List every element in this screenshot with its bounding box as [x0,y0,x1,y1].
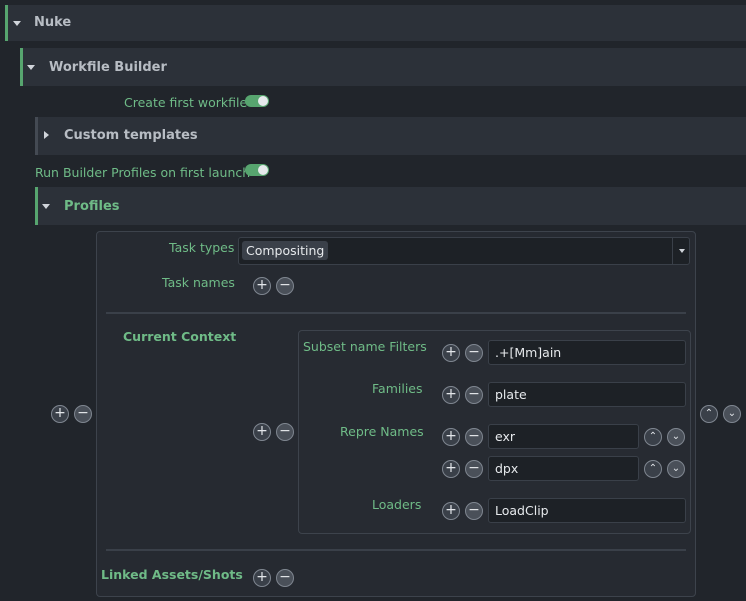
profiles-header[interactable]: Profiles [35,187,746,225]
add-profile-button[interactable]: + [51,405,69,423]
move-down-icon[interactable]: ⌄ [723,405,741,423]
add-task-name-button[interactable]: + [253,277,271,295]
move-up-icon[interactable]: ⌃ [644,428,662,446]
add-linked-asset-button[interactable]: + [253,569,271,587]
separator [106,549,686,551]
remove-subset-filter-button[interactable]: − [465,344,483,362]
custom-templates-header[interactable]: Custom templates [35,117,746,155]
remove-linked-asset-button[interactable]: − [276,569,294,587]
separator [106,312,686,314]
expand-arrow-icon[interactable] [44,131,49,139]
remove-repre-name-button[interactable]: − [465,460,483,478]
add-family-button[interactable]: + [442,386,460,404]
task-names-label: Task names [162,275,235,290]
subset-filters-label: Subset name Filters [303,339,427,354]
add-repre-name-button[interactable]: + [442,428,460,446]
run-builder-profiles-toggle[interactable] [245,164,269,176]
profiles-title: Profiles [64,199,120,214]
nuke-title: Nuke [34,15,72,30]
workfile-builder-header[interactable]: Workfile Builder [20,48,746,86]
move-up-icon[interactable]: ⌃ [700,405,718,423]
families-input[interactable]: plate [488,382,686,407]
add-loader-button[interactable]: + [442,502,460,520]
add-current-context-button[interactable]: + [253,423,271,441]
create-first-workfile-toggle[interactable] [245,95,269,107]
subset-filter-input[interactable]: .+[Mm]ain [488,340,686,365]
remove-current-context-button[interactable]: − [276,423,294,441]
task-types-dropdown[interactable]: Compositing [238,237,690,265]
remove-task-name-button[interactable]: − [276,277,294,295]
task-type-tag[interactable]: Compositing [242,241,329,260]
loaders-label: Loaders [372,497,422,512]
create-first-workfile-label: Create first workfile [124,95,248,110]
add-repre-name-button[interactable]: + [442,460,460,478]
families-label: Families [372,381,423,396]
task-types-label: Task types [169,240,235,255]
remove-repre-name-button[interactable]: − [465,428,483,446]
nuke-section-header[interactable]: Nuke [5,5,746,41]
move-down-icon[interactable]: ⌄ [667,428,685,446]
add-subset-filter-button[interactable]: + [442,344,460,362]
workfile-builder-title: Workfile Builder [49,60,167,75]
move-up-icon[interactable]: ⌃ [644,460,662,478]
linked-assets-label: Linked Assets/Shots [101,567,243,582]
remove-profile-button[interactable]: − [74,405,92,423]
collapse-arrow-icon[interactable] [13,21,21,26]
loaders-input[interactable]: LoadClip [488,498,686,523]
remove-family-button[interactable]: − [465,386,483,404]
custom-templates-title: Custom templates [64,128,198,143]
repre-name-input-exr[interactable]: exr [488,424,639,449]
current-context-label: Current Context [123,329,237,344]
collapse-arrow-icon[interactable] [42,204,50,209]
remove-loader-button[interactable]: − [465,502,483,520]
run-builder-profiles-label: Run Builder Profiles on first launch [35,165,251,180]
dropdown-arrow-icon[interactable] [679,249,685,253]
move-down-icon[interactable]: ⌄ [667,460,685,478]
repre-names-label: Repre Names [340,424,424,439]
collapse-arrow-icon[interactable] [27,65,35,70]
repre-name-input-dpx[interactable]: dpx [488,456,639,481]
